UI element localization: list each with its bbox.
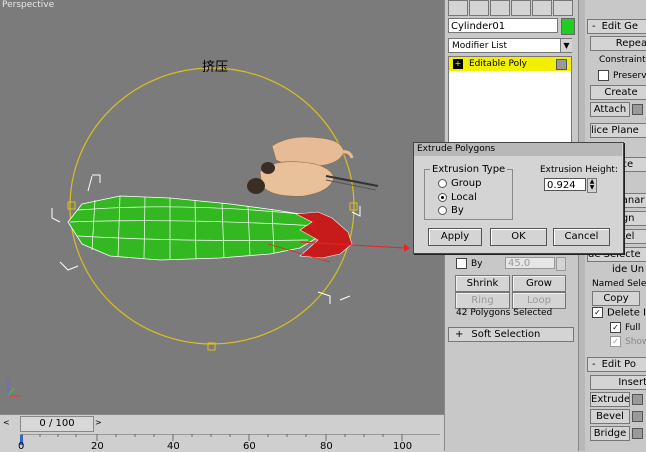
edit-geometry-label: Edit Ge xyxy=(601,21,639,32)
create-tab-icon[interactable] xyxy=(448,0,468,16)
show-cage-label: Show xyxy=(625,337,646,347)
cancel-button[interactable]: Cancel xyxy=(553,228,610,246)
named-selections-label: Named Selecti xyxy=(592,279,646,289)
radio-label: Group xyxy=(451,178,482,189)
delete-isolated-checkbox[interactable]: ✓ xyxy=(592,307,603,318)
apply-button[interactable]: Apply xyxy=(428,228,482,246)
full-interactivity-checkbox[interactable]: ✓ xyxy=(610,322,621,333)
object-color-swatch[interactable] xyxy=(561,18,575,35)
attach-button[interactable]: Attach xyxy=(590,102,630,117)
plus-icon: + xyxy=(455,329,464,340)
display-tab-icon[interactable] xyxy=(532,0,552,16)
bridge-settings-icon[interactable] xyxy=(632,428,643,439)
minus-icon: - xyxy=(592,359,596,370)
radio-icon xyxy=(438,178,447,188)
extrude-settings-icon[interactable] xyxy=(632,394,643,405)
tick-label: 20 xyxy=(91,441,104,452)
copy-button[interactable]: Copy xyxy=(592,291,640,306)
loop-button[interactable]: Loop xyxy=(512,292,566,309)
by-angle-checkbox[interactable] xyxy=(456,258,467,269)
radio-group[interactable]: Group xyxy=(438,178,481,189)
modify-tab-icon[interactable] xyxy=(469,0,489,16)
time-slider[interactable]: 0 / 100 xyxy=(20,416,94,432)
grow-button[interactable]: Grow xyxy=(512,275,566,292)
bevel-button[interactable]: Bevel xyxy=(590,409,630,424)
show-cage-row: ✓ Show xyxy=(610,336,646,347)
viewport-label[interactable]: Perspective xyxy=(2,0,54,10)
constraints-label: Constraints: xyxy=(599,55,646,65)
slice-plane-button[interactable]: lice Plane xyxy=(590,123,646,138)
preserve-uvs-label: Preserv xyxy=(613,71,646,81)
radio-local[interactable]: Local xyxy=(438,192,477,203)
extrude-button[interactable]: Extrude xyxy=(590,392,630,407)
shrink-button[interactable]: Shrink xyxy=(455,275,510,292)
timeline-right-arrow-icon[interactable]: > xyxy=(95,418,102,427)
bevel-settings-icon[interactable] xyxy=(632,411,643,422)
radio-label: Local xyxy=(451,192,477,203)
preserve-uvs-row: Preserv xyxy=(598,70,646,81)
soft-selection-label: Soft Selection xyxy=(471,329,541,340)
by-angle-label: By xyxy=(471,259,483,269)
frame-ruler[interactable] xyxy=(20,434,440,451)
radio-icon xyxy=(438,192,447,202)
chevron-down-icon[interactable]: ▼ xyxy=(560,39,572,52)
pepper-objects xyxy=(247,136,379,197)
bridge-button[interactable]: Bridge xyxy=(590,426,630,441)
edit-geometry-rollout[interactable]: - Edit Ge xyxy=(587,19,646,34)
full-interactivity-label: Full xyxy=(625,323,641,333)
by-angle-row: By xyxy=(456,258,483,269)
hierarchy-tab-icon[interactable] xyxy=(490,0,510,16)
minus-icon: - xyxy=(592,21,596,32)
extrusion-height-field[interactable]: 0.924 xyxy=(544,178,586,191)
tick-label: 60 xyxy=(243,441,256,452)
full-interactivity-row: ✓ Full xyxy=(610,322,640,333)
extrude-annotation: 挤压 xyxy=(202,60,229,75)
soft-selection-rollout[interactable]: + Soft Selection xyxy=(448,327,574,342)
utilities-tab-icon[interactable] xyxy=(553,0,573,16)
stack-item-editable-poly[interactable]: + Editable Poly xyxy=(449,57,571,71)
dialog-title[interactable]: Extrude Polygons xyxy=(414,143,622,156)
show-cage-checkbox[interactable]: ✓ xyxy=(610,336,621,347)
expand-plus-icon[interactable]: + xyxy=(453,58,463,69)
radio-label: By xyxy=(451,205,464,216)
repeat-last-button[interactable]: Repeat xyxy=(590,36,646,51)
motion-tab-icon[interactable] xyxy=(511,0,531,16)
extrusion-height-label: Extrusion Height: xyxy=(540,165,618,175)
insert-vertex-button[interactable]: Insert xyxy=(590,375,646,390)
create-button[interactable]: Create xyxy=(590,85,646,100)
tick-label: 40 xyxy=(167,441,180,452)
by-angle-field[interactable]: 45.0 xyxy=(505,257,555,269)
green-mesh-body xyxy=(67,195,321,261)
radio-icon xyxy=(438,205,447,215)
extrusion-type-label: Extrusion Type xyxy=(430,164,508,175)
hide-unselected-button[interactable]: ide Un xyxy=(612,264,644,275)
stack-item-label: Editable Poly xyxy=(469,59,527,69)
spinner-icon[interactable]: ▲ ▼ xyxy=(587,178,597,193)
delete-isolated-row: ✓ Delete I xyxy=(592,307,646,319)
tick-label: 0 xyxy=(18,441,25,452)
selection-status: 42 Polygons Selected xyxy=(456,308,553,318)
tick-label: 80 xyxy=(320,441,333,452)
tick-label: 100 xyxy=(393,441,413,452)
preserve-uvs-checkbox[interactable] xyxy=(598,70,609,81)
modifier-list-dropdown[interactable]: Modifier List xyxy=(448,38,572,53)
edit-polygons-label: Edit Po xyxy=(601,359,636,370)
gizmo-handle-left xyxy=(67,201,76,210)
timeline-left-arrow-icon[interactable]: < xyxy=(3,418,10,427)
edit-polygons-rollout[interactable]: - Edit Po xyxy=(587,357,646,372)
axis-tripod-icon xyxy=(7,380,20,397)
ring-button[interactable]: Ring xyxy=(455,292,510,309)
attach-list-icon[interactable] xyxy=(632,104,643,115)
spinner-icon[interactable] xyxy=(556,257,566,271)
ok-button[interactable]: OK xyxy=(490,228,547,246)
delete-isolated-label: Delete I xyxy=(607,307,646,319)
object-name-field[interactable]: Cylinder01 xyxy=(448,18,558,33)
radio-by-polygon[interactable]: By xyxy=(438,205,464,216)
light-bulb-icon[interactable] xyxy=(556,59,567,70)
